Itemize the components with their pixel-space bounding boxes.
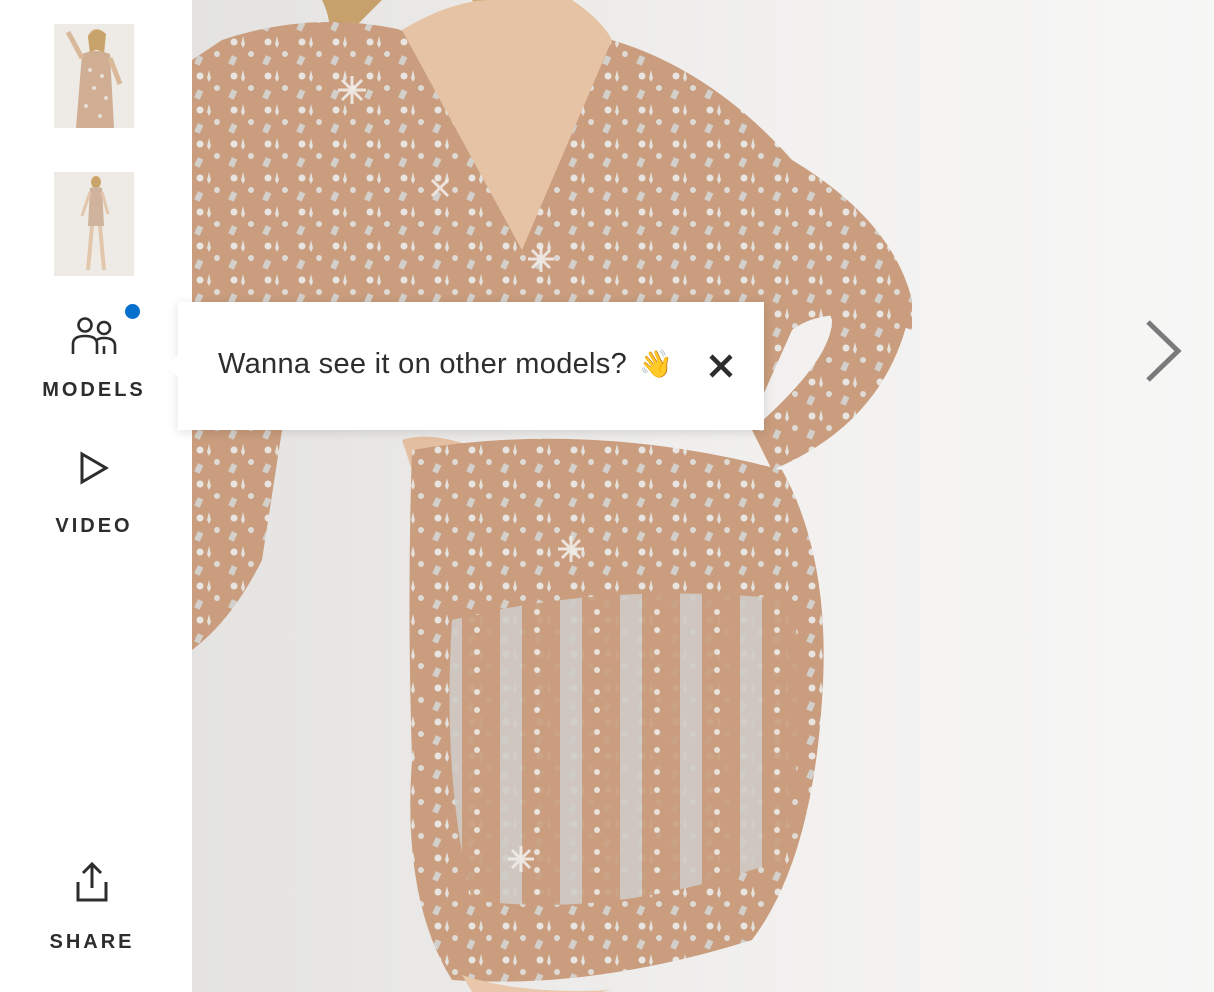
thumbnail-1[interactable] [54,24,134,128]
product-image [192,0,1214,992]
tooltip-text: Wanna see it on other models? [218,348,628,380]
thumbnail-2[interactable] [54,172,134,276]
media-sidebar: MODELS VIDEO SHARE [0,0,192,992]
video-label: VIDEO [55,515,133,537]
thumbnail-2-image [54,172,134,276]
tooltip-message: Wanna see it on other models? 👋 [218,348,673,381]
product-image-viewer [192,0,1214,992]
next-image-button[interactable] [1142,318,1186,384]
play-icon [80,451,109,485]
models-label: MODELS [42,379,146,401]
notification-dot [125,304,140,319]
share-label: SHARE [49,931,135,953]
video-button[interactable]: VIDEO [0,450,188,538]
models-tooltip: Wanna see it on other models? 👋 [167,302,764,430]
share-icon [76,861,108,902]
thumbnail-1-image [54,24,134,128]
people-icon [71,317,117,354]
share-button[interactable]: SHARE [0,860,186,954]
chevron-right-icon [1146,320,1182,382]
waving-hand-icon: 👋 [639,349,674,379]
tooltip-close-button[interactable] [706,351,736,381]
close-icon [709,354,733,378]
models-button[interactable]: MODELS [0,304,188,402]
